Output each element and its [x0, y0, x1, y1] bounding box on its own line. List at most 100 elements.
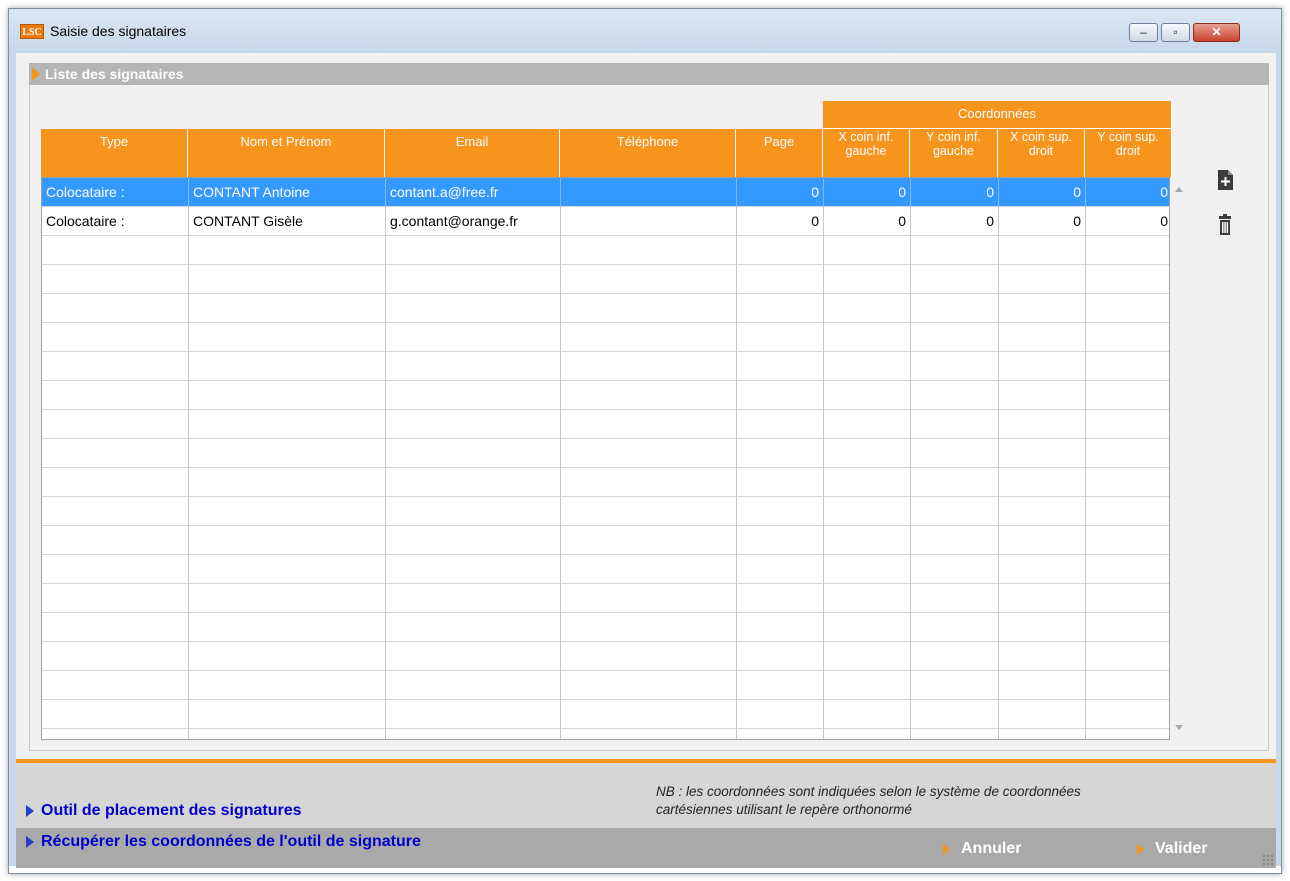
column-header-x-upper-right[interactable]: X coin sup. droit — [998, 129, 1085, 177]
cell-name[interactable] — [189, 555, 386, 584]
cell-y-lower-left[interactable] — [911, 439, 999, 468]
table-row[interactable] — [42, 352, 1169, 381]
cell-x-lower-left[interactable] — [824, 410, 911, 439]
cell-page[interactable] — [737, 439, 824, 468]
cell-y-upper-right[interactable] — [1086, 381, 1169, 410]
cell-page[interactable] — [737, 671, 824, 700]
cell-page[interactable] — [737, 265, 824, 294]
cell-page[interactable]: 0 — [737, 207, 824, 236]
cell-type[interactable] — [42, 729, 189, 739]
cell-phone[interactable] — [561, 497, 737, 526]
cell-y-lower-left[interactable] — [911, 642, 999, 671]
cell-y-lower-left[interactable]: 0 — [911, 207, 999, 236]
cell-y-upper-right[interactable] — [1086, 729, 1169, 739]
cell-y-lower-left[interactable] — [911, 323, 999, 352]
column-header-y-lower-left[interactable]: Y coin inf. gauche — [910, 129, 998, 177]
cell-x-lower-left[interactable] — [824, 294, 911, 323]
cell-email[interactable] — [386, 555, 561, 584]
cell-type[interactable] — [42, 584, 189, 613]
cell-page[interactable] — [737, 381, 824, 410]
cell-y-upper-right[interactable] — [1086, 410, 1169, 439]
scroll-down-icon[interactable] — [1175, 725, 1183, 730]
cell-email[interactable] — [386, 294, 561, 323]
table-row[interactable]: Colocataire : CONTANT Antoine contant.a@fr… — [42, 178, 1169, 207]
cell-page[interactable] — [737, 410, 824, 439]
table-row[interactable] — [42, 410, 1169, 439]
cell-page[interactable] — [737, 497, 824, 526]
cell-phone[interactable] — [561, 526, 737, 555]
cell-x-lower-left[interactable] — [824, 555, 911, 584]
cell-name[interactable] — [189, 468, 386, 497]
cell-name[interactable] — [189, 584, 386, 613]
table-row[interactable] — [42, 468, 1169, 497]
cell-y-upper-right[interactable] — [1086, 439, 1169, 468]
cell-phone[interactable] — [561, 642, 737, 671]
cell-page[interactable] — [737, 584, 824, 613]
cell-x-upper-right[interactable]: 0 — [999, 207, 1086, 236]
cell-name[interactable] — [189, 323, 386, 352]
cell-type[interactable] — [42, 294, 189, 323]
column-header-y-upper-right[interactable]: Y coin sup. droit — [1085, 129, 1172, 177]
resize-grip-icon[interactable] — [1262, 854, 1274, 866]
cell-name[interactable] — [189, 352, 386, 381]
cell-name[interactable] — [189, 497, 386, 526]
cell-name[interactable] — [189, 642, 386, 671]
cell-name[interactable] — [189, 381, 386, 410]
add-signatory-button[interactable] — [1214, 168, 1236, 192]
cell-email[interactable] — [386, 642, 561, 671]
cell-x-lower-left[interactable] — [824, 729, 911, 739]
cell-x-upper-right[interactable] — [999, 584, 1086, 613]
cell-page[interactable] — [737, 700, 824, 729]
cell-x-upper-right[interactable] — [999, 294, 1086, 323]
cell-type[interactable] — [42, 468, 189, 497]
cell-x-upper-right[interactable] — [999, 729, 1086, 739]
column-header-email[interactable]: Email — [385, 129, 560, 177]
column-header-type[interactable]: Type — [41, 129, 188, 177]
cell-email[interactable] — [386, 323, 561, 352]
cell-y-upper-right[interactable] — [1086, 526, 1169, 555]
cell-y-upper-right[interactable] — [1086, 555, 1169, 584]
cell-x-upper-right[interactable] — [999, 497, 1086, 526]
cell-page[interactable] — [737, 613, 824, 642]
cell-type[interactable] — [42, 555, 189, 584]
cell-phone[interactable] — [561, 381, 737, 410]
cancel-button[interactable]: Annuler — [941, 840, 1021, 858]
cell-type[interactable] — [42, 352, 189, 381]
cell-phone[interactable] — [561, 178, 737, 207]
cell-name[interactable] — [189, 439, 386, 468]
cell-phone[interactable] — [561, 323, 737, 352]
table-row[interactable] — [42, 555, 1169, 584]
cell-x-lower-left[interactable] — [824, 526, 911, 555]
cell-x-lower-left[interactable]: 0 — [824, 207, 911, 236]
retrieve-coordinates-link[interactable]: Récupérer les coordonnées de l'outil de … — [25, 833, 421, 851]
cell-x-upper-right[interactable] — [999, 236, 1086, 265]
cell-type[interactable] — [42, 410, 189, 439]
cell-email[interactable] — [386, 729, 561, 739]
cell-phone[interactable] — [561, 236, 737, 265]
cell-phone[interactable] — [561, 352, 737, 381]
table-row[interactable] — [42, 613, 1169, 642]
cell-page[interactable] — [737, 352, 824, 381]
cell-email[interactable] — [386, 439, 561, 468]
cell-email[interactable] — [386, 381, 561, 410]
cell-email[interactable] — [386, 236, 561, 265]
cell-email[interactable] — [386, 584, 561, 613]
cell-phone[interactable] — [561, 555, 737, 584]
cell-page[interactable]: 0 — [737, 178, 824, 207]
cell-phone[interactable] — [561, 294, 737, 323]
cell-type[interactable] — [42, 497, 189, 526]
cell-page[interactable] — [737, 236, 824, 265]
cell-name[interactable] — [189, 265, 386, 294]
cell-page[interactable] — [737, 323, 824, 352]
cell-phone[interactable] — [561, 584, 737, 613]
placement-tool-link[interactable]: Outil de placement des signatures — [25, 802, 302, 820]
cell-x-lower-left[interactable] — [824, 584, 911, 613]
cell-page[interactable] — [737, 642, 824, 671]
cell-x-upper-right[interactable] — [999, 642, 1086, 671]
cell-x-lower-left[interactable] — [824, 381, 911, 410]
table-row[interactable] — [42, 671, 1169, 700]
cell-x-lower-left[interactable] — [824, 265, 911, 294]
cell-name[interactable] — [189, 613, 386, 642]
cell-y-lower-left[interactable] — [911, 613, 999, 642]
cell-x-lower-left[interactable] — [824, 671, 911, 700]
